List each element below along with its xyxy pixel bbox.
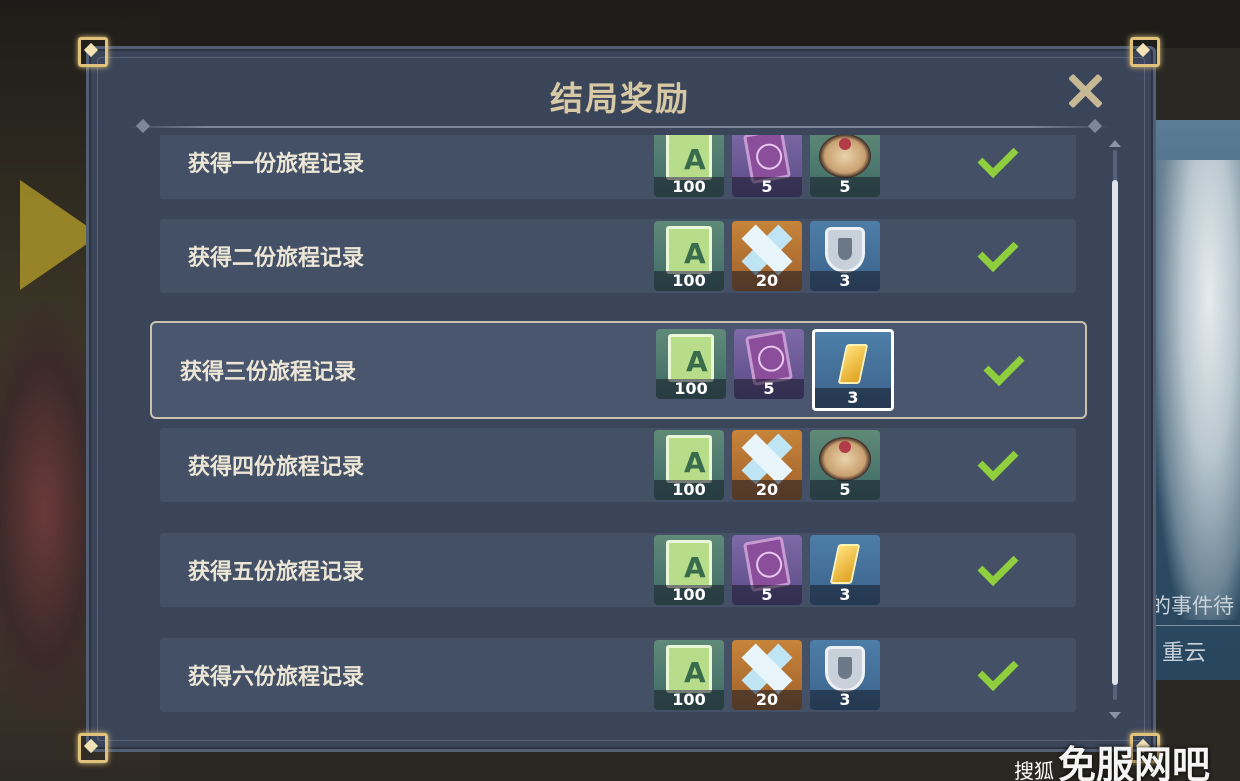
reward-item-quantity: 5 <box>732 177 802 197</box>
reward-row-label: 获得六份旅程记录 <box>188 665 365 690</box>
exp-book-icon <box>666 540 712 589</box>
reward-items: 100 55 <box>654 135 880 197</box>
reward-item[interactable]: 20 <box>732 430 802 500</box>
exp-book-icon <box>668 334 714 383</box>
scrollbar-thumb[interactable] <box>1112 180 1118 685</box>
scroll-down-icon[interactable] <box>1109 712 1121 719</box>
gold-fragment-icon <box>837 343 869 384</box>
reward-item-quantity: 100 <box>656 379 726 399</box>
scroll-up-icon[interactable] <box>1109 140 1121 147</box>
character-portrait <box>1155 160 1240 620</box>
reward-item-quantity: 5 <box>734 379 804 399</box>
reward-items: 100 53 <box>656 329 894 411</box>
check-icon <box>977 440 1019 482</box>
reward-item[interactable]: 100 <box>654 430 724 500</box>
reward-items: 100 20 3 <box>654 640 880 710</box>
exp-book-icon <box>666 135 712 181</box>
reward-item[interactable]: 3 <box>810 221 880 291</box>
check-icon <box>977 545 1019 587</box>
exp-book-icon <box>666 645 712 694</box>
exp-book-icon <box>666 226 712 275</box>
background-event-text: 的事件待 <box>1150 594 1234 618</box>
reward-row[interactable]: 获得四份旅程记录 100 20 5 <box>160 428 1076 502</box>
reward-item[interactable]: 100 <box>654 535 724 605</box>
reward-row-label: 获得四份旅程记录 <box>188 455 365 480</box>
reward-item-quantity: 5 <box>732 585 802 605</box>
reward-item[interactable]: 5 <box>732 135 802 197</box>
exp-book-icon <box>666 435 712 484</box>
check-icon <box>983 345 1025 387</box>
title-divider <box>128 126 1110 128</box>
dish-icon <box>819 135 871 179</box>
reward-item[interactable]: 20 <box>732 221 802 291</box>
check-icon <box>977 231 1019 273</box>
corner-ornament-top-left <box>78 37 108 67</box>
reward-item-quantity: 20 <box>732 480 802 500</box>
reward-row[interactable]: 获得三份旅程记录 100 53 <box>150 321 1087 419</box>
reward-row[interactable]: 获得六份旅程记录 100 20 3 <box>160 638 1076 712</box>
reward-item[interactable]: 20 <box>732 640 802 710</box>
watermark-small-text: 搜狐 <box>1014 759 1054 781</box>
gold-fragment-icon <box>829 544 861 585</box>
reward-items: 100 20 3 <box>654 221 880 291</box>
reward-item-quantity: 3 <box>810 271 880 291</box>
reward-item[interactable]: 5 <box>810 135 880 197</box>
close-button[interactable] <box>1066 72 1104 110</box>
reward-item-quantity: 100 <box>654 585 724 605</box>
reward-item[interactable]: 3 <box>810 535 880 605</box>
reward-item-quantity: 20 <box>732 690 802 710</box>
reward-item[interactable]: 3 <box>812 329 894 411</box>
reward-row[interactable]: 获得二份旅程记录 100 20 3 <box>160 219 1076 293</box>
reward-item-quantity: 100 <box>654 690 724 710</box>
check-icon <box>977 137 1019 179</box>
shield-icon <box>825 227 865 274</box>
watermark-big-text: 免服网吧 <box>1058 743 1211 781</box>
reward-row-label: 获得一份旅程记录 <box>188 152 365 177</box>
reward-item[interactable]: 5 <box>732 535 802 605</box>
reward-row-label: 获得三份旅程记录 <box>180 360 357 385</box>
check-icon <box>977 650 1019 692</box>
corner-ornament-bottom-left <box>78 733 108 763</box>
reward-item-quantity: 5 <box>810 177 880 197</box>
reward-item-quantity: 100 <box>654 177 724 197</box>
background-right-card: 的事件待 重云 <box>1150 120 1240 680</box>
reward-item-quantity: 100 <box>654 480 724 500</box>
reward-row-label: 获得二份旅程记录 <box>188 246 365 271</box>
reward-row-label: 获得五份旅程记录 <box>188 560 365 585</box>
reward-item[interactable]: 3 <box>810 640 880 710</box>
reward-item-quantity: 100 <box>654 271 724 291</box>
shield-icon <box>825 646 865 693</box>
reward-row[interactable]: 获得五份旅程记录 100 53 <box>160 533 1076 607</box>
reward-item-quantity: 3 <box>810 690 880 710</box>
reward-items: 100 53 <box>654 535 880 605</box>
reward-item-quantity: 20 <box>732 271 802 291</box>
background-top <box>0 0 1240 48</box>
reward-item[interactable]: 5 <box>810 430 880 500</box>
reward-list[interactable]: 获得一份旅程记录10055获得二份旅程记录100203获得三份旅程记录10053… <box>150 135 1095 715</box>
dialog-title: 结局奖励 <box>550 79 690 118</box>
watermark: 搜狐 免服网吧 <box>1014 734 1210 781</box>
corner-ornament-top-right <box>1130 37 1160 67</box>
reward-items: 100 20 5 <box>654 430 880 500</box>
background-divider <box>1150 625 1240 626</box>
reward-item[interactable]: 100 <box>654 640 724 710</box>
reward-item-quantity: 5 <box>810 480 880 500</box>
reward-item[interactable]: 5 <box>734 329 804 399</box>
reward-item[interactable]: 100 <box>654 135 724 197</box>
reward-item[interactable]: 100 <box>656 329 726 399</box>
background-character-name: 重云 <box>1162 641 1207 666</box>
reward-item-quantity: 3 <box>810 585 880 605</box>
reward-item[interactable]: 100 <box>654 221 724 291</box>
reward-row[interactable]: 获得一份旅程记录 100 55 <box>160 135 1076 199</box>
dish-icon <box>819 437 871 482</box>
reward-item-quantity: 3 <box>815 388 891 408</box>
